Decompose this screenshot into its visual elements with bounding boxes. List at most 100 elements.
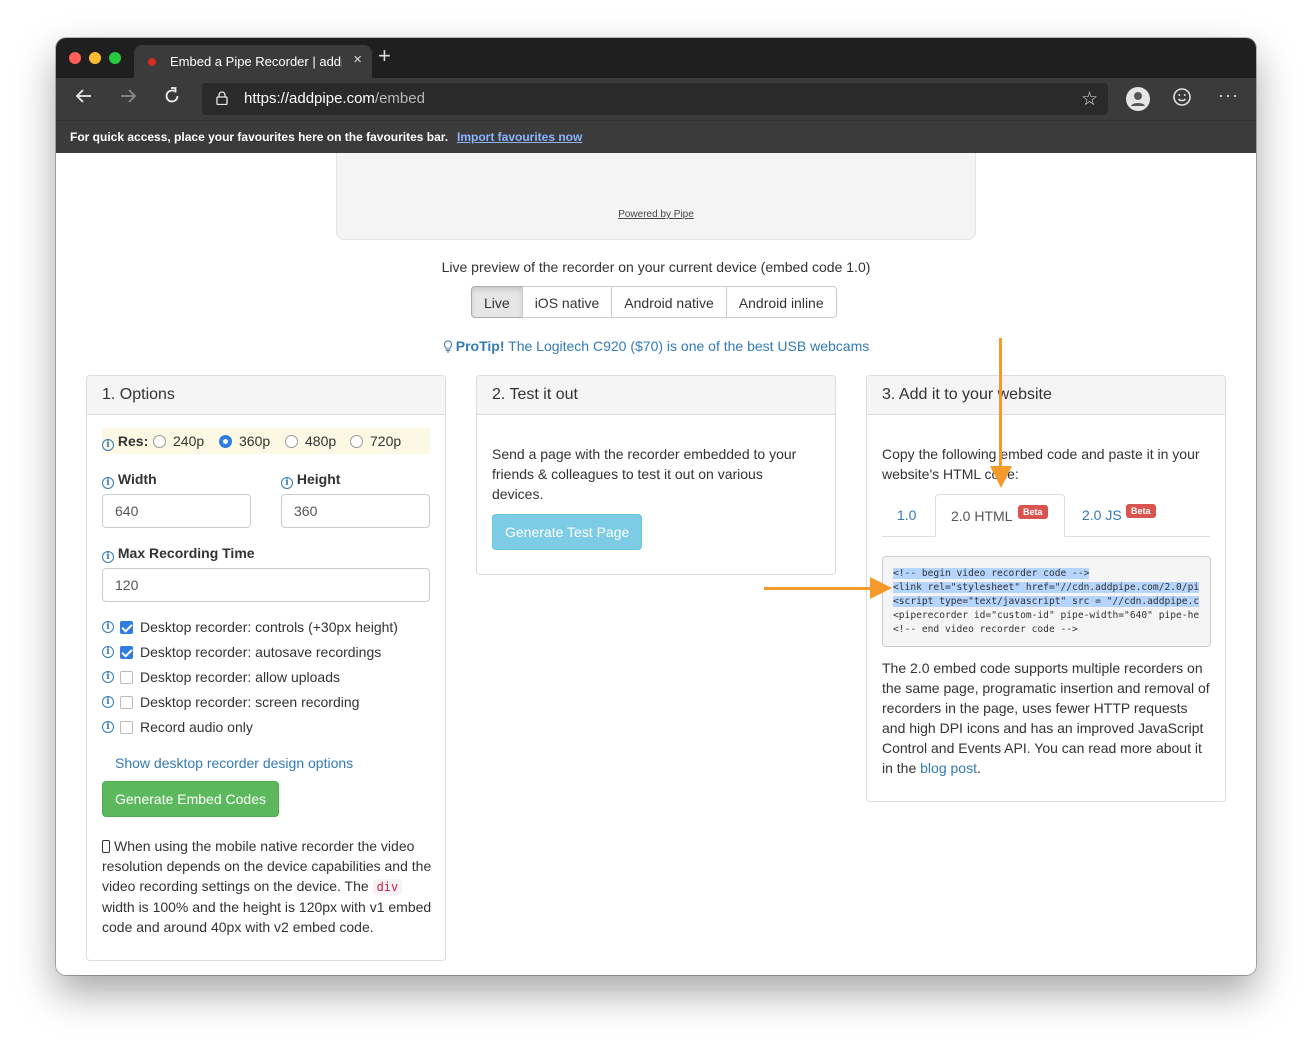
controls-checkbox[interactable] (120, 621, 133, 634)
annotation-arrow-down-head (990, 466, 1012, 488)
page-content: Powered by Pipe Live preview of the reco… (56, 153, 1256, 975)
width-input[interactable]: 640 (102, 494, 251, 528)
new-tab-icon[interactable]: + (378, 44, 391, 68)
tab-title: Embed a Pipe Recorder | addpipe (170, 54, 342, 69)
lock-icon (216, 91, 228, 105)
blog-post-link[interactable]: blog post (920, 760, 977, 776)
back-icon[interactable] (74, 86, 94, 112)
mobile-phone-icon (102, 840, 110, 853)
generate-test-page-button[interactable]: Generate Test Page (492, 514, 643, 550)
screen-recording-checkbox[interactable] (120, 696, 133, 709)
info-icon[interactable]: i (102, 551, 114, 563)
embed-title: 3. Add it to your website (867, 376, 1225, 415)
max-time-label: i Max Recording Time (102, 545, 255, 563)
lightbulb-icon (443, 340, 452, 353)
recorder-preview[interactable]: Powered by Pipe (336, 153, 976, 240)
beta-badge: Beta (1126, 504, 1156, 518)
audio-only-checkbox[interactable] (120, 721, 133, 734)
height-label: i Height (281, 471, 340, 489)
width-label: i Width (102, 471, 157, 489)
label-240p: 240p (173, 433, 205, 449)
checkbox-row-screen: i Desktop recorder: screen recording (102, 693, 432, 713)
code-line: <!-- end video recorder code --> (893, 624, 1078, 635)
forward-icon[interactable] (118, 86, 138, 112)
preview-caption: Live preview of the recorder on your cur… (441, 259, 871, 275)
height-input[interactable]: 360 (281, 494, 430, 528)
tab-2-0-js[interactable]: 2.0 JS Beta (1067, 494, 1177, 536)
browser-window: Embed a Pipe Recorder | addpipe × + http… (56, 38, 1256, 975)
annotation-arrow-right-head (870, 577, 892, 599)
info-icon[interactable]: i (281, 477, 293, 489)
options-panel: 1. Options i Res: 240p 360p 480p 720p i … (86, 375, 446, 961)
address-bar[interactable]: https://addpipe.com/embed ☆ (202, 83, 1108, 115)
max-time-input[interactable]: 120 (102, 568, 430, 602)
div-code: div (372, 879, 403, 895)
mode-ios-native-button[interactable]: iOS native (521, 286, 613, 318)
radio-720p[interactable] (350, 435, 363, 448)
code-line: <piperecorder id="custom-id" pipe-width=… (893, 610, 1200, 621)
mobile-note: When using the mobile native recorder th… (102, 838, 432, 935)
mode-android-native-button[interactable]: Android native (611, 286, 727, 318)
checkbox-row-controls: i Desktop recorder: controls (+30px heig… (102, 618, 432, 638)
checkbox-row-autosave: i Desktop recorder: autosave recordings (102, 643, 432, 663)
import-favourites-link[interactable]: Import favourites now (457, 130, 582, 144)
info-icon[interactable]: i (102, 621, 114, 633)
close-window-icon[interactable] (69, 52, 81, 64)
label-480p: 480p (305, 433, 337, 449)
protip-text: The Logitech C920 ($70) is one of the be… (508, 338, 870, 354)
embed-panel: 3. Add it to your website Copy the follo… (866, 375, 1226, 802)
beta-badge: Beta (1018, 505, 1048, 519)
design-options-link[interactable]: Show desktop recorder design options (115, 755, 353, 771)
tab-1-0[interactable]: 1.0 (882, 494, 931, 536)
profile-avatar-icon[interactable] (1126, 87, 1150, 111)
test-panel: 2. Test it out Send a page with the reco… (476, 375, 836, 575)
info-icon[interactable]: i (102, 671, 114, 683)
favourite-star-icon[interactable]: ☆ (1081, 88, 1098, 111)
minimize-window-icon[interactable] (89, 52, 101, 64)
close-tab-icon[interactable]: × (353, 51, 362, 68)
radio-360p[interactable] (219, 435, 232, 448)
embed-description: The 2.0 embed code supports multiple rec… (882, 660, 1210, 776)
annotation-arrow-down (999, 338, 1002, 468)
resolution-label: i Res: (102, 433, 148, 451)
tab-2-0-html[interactable]: 2.0 HTML Beta (935, 494, 1065, 537)
url-text: https://addpipe.com/embed (244, 90, 425, 107)
more-options-icon[interactable]: ··· (1218, 85, 1239, 106)
resolution-row: i Res: 240p 360p 480p 720p (102, 428, 430, 454)
info-icon[interactable]: i (102, 439, 114, 451)
autosave-checkbox[interactable] (120, 646, 133, 659)
label-720p: 720p (370, 433, 402, 449)
tab-strip: Embed a Pipe Recorder | addpipe × + (56, 38, 1256, 78)
checkbox-row-audio: i Record audio only (102, 718, 432, 738)
info-icon[interactable]: i (102, 696, 114, 708)
test-title: 2. Test it out (477, 376, 835, 415)
preview-mode-group: Live iOS native Android native Android i… (471, 286, 837, 318)
powered-by-link[interactable]: Powered by Pipe (337, 209, 975, 220)
protip-label: ProTip! (455, 338, 505, 354)
browser-tab[interactable]: Embed a Pipe Recorder | addpipe × (134, 45, 372, 78)
feedback-smiley-icon[interactable] (1172, 87, 1192, 107)
generate-embed-codes-button[interactable]: Generate Embed Codes (102, 781, 279, 817)
checkbox-row-uploads: i Desktop recorder: allow uploads (102, 668, 432, 688)
radio-240p[interactable] (153, 435, 166, 448)
favourites-hint: For quick access, place your favourites … (70, 130, 449, 144)
reload-icon[interactable] (162, 86, 182, 112)
uploads-checkbox[interactable] (120, 671, 133, 684)
code-line: <link rel="stylesheet" href="//cdn.addpi… (893, 582, 1200, 593)
embed-code-box[interactable]: <!-- begin video recorder code --> <link… (882, 556, 1211, 647)
info-icon[interactable]: i (102, 477, 114, 489)
info-icon[interactable]: i (102, 721, 114, 733)
code-line: <script type="text/javascript" src = "//… (893, 596, 1200, 607)
annotation-arrow-right (764, 587, 872, 590)
favourites-bar: For quick access, place your favourites … (56, 120, 1256, 154)
maximize-window-icon[interactable] (109, 52, 121, 64)
mode-android-inline-button[interactable]: Android inline (725, 286, 837, 318)
browser-toolbar: https://addpipe.com/embed ☆ ··· (56, 78, 1256, 120)
protip-link[interactable]: ProTip! The Logitech C920 ($70) is one o… (56, 338, 1256, 354)
label-360p: 360p (239, 433, 271, 449)
radio-480p[interactable] (285, 435, 298, 448)
info-icon[interactable]: i (102, 646, 114, 658)
embed-instructions: Copy the following embed code and paste … (882, 446, 1200, 482)
mode-live-button[interactable]: Live (471, 286, 523, 318)
test-description: Send a page with the recorder embedded t… (492, 446, 797, 502)
